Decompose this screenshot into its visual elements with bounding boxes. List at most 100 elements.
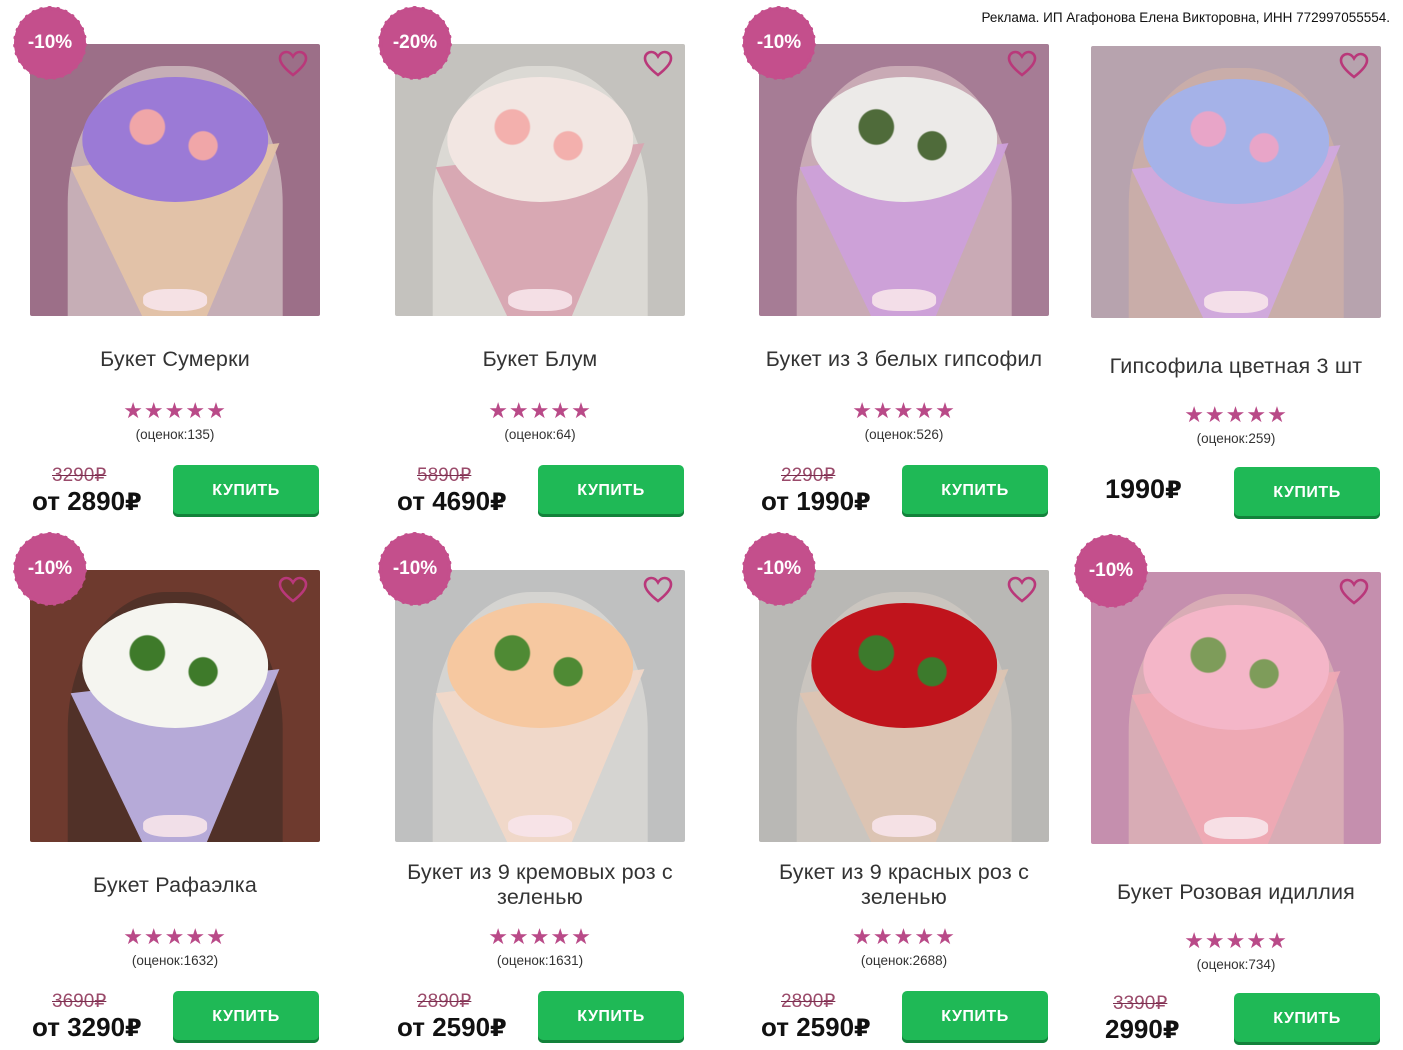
product-photo[interactable]	[395, 570, 685, 842]
currency-sign: ₽	[854, 1015, 871, 1042]
product-title[interactable]: Букет Блум	[395, 330, 685, 388]
currency-sign: ₽	[125, 489, 142, 516]
rating-count: (оценок:2688)	[860, 953, 948, 968]
photo-blooms-shape	[447, 76, 633, 202]
rating-count: (оценок:259)	[1196, 431, 1276, 446]
photo-blooms-shape	[447, 602, 633, 728]
price-value: 1990	[1105, 474, 1166, 504]
rating-stars: ★★★★★	[123, 924, 227, 949]
price-value: 1990	[796, 486, 855, 516]
photo-ribbon-shape	[143, 288, 207, 311]
current-price: от 4690₽	[397, 486, 507, 517]
old-price: 2890₽	[417, 991, 472, 1012]
discount-badge: -10%	[742, 532, 816, 606]
product-title[interactable]: Букет Розовая идиллия	[1091, 863, 1381, 921]
favorite-heart-icon[interactable]	[1007, 50, 1037, 78]
product-photo[interactable]	[759, 570, 1049, 842]
photo-blooms-shape	[82, 76, 268, 202]
product-card[interactable]: Гипсофила цветная 3 шт ★★★★★ (оценок:259) 1…	[1091, 12, 1403, 532]
photo-ribbon-shape	[872, 814, 936, 837]
buy-button[interactable]: КУПИТЬ	[902, 991, 1048, 1043]
current-price: от 2590₽	[761, 1012, 871, 1043]
rating-stars: ★★★★★	[488, 398, 592, 423]
product-card[interactable]: -10% Букет из 9 красных роз с зеленью ★★★★…	[742, 532, 1099, 1050]
product-card[interactable]: -10% Букет Сумерки ★★★★★ (оценок:135) 3290₽ о…	[13, 6, 370, 530]
discount-badge: -10%	[378, 532, 452, 606]
discount-badge: -10%	[13, 6, 87, 80]
product-title[interactable]: Букет Сумерки	[30, 330, 320, 388]
rating-stars: ★★★★★	[852, 398, 956, 423]
current-price: от 2890₽	[32, 486, 142, 517]
rating-count: (оценок:734)	[1196, 957, 1276, 972]
photo-blooms-shape	[1143, 78, 1329, 204]
favorite-heart-icon[interactable]	[1339, 52, 1369, 80]
currency-sign: ₽	[125, 1015, 142, 1042]
photo-blooms-shape	[82, 602, 268, 728]
discount-badge: -20%	[378, 6, 452, 80]
rating-count: (оценок:64)	[504, 427, 576, 442]
photo-blooms-shape	[811, 602, 997, 728]
currency-sign: ₽	[490, 1015, 507, 1042]
current-price: от 1990₽	[761, 486, 871, 517]
product-photo[interactable]	[1091, 46, 1381, 318]
photo-ribbon-shape	[1204, 290, 1268, 313]
product-title[interactable]: Букет из 9 кремовых роз с зеленью	[395, 856, 685, 914]
product-card[interactable]: -10% Букет Розовая идиллия ★★★★★ (оценок:73…	[1074, 534, 1403, 1050]
photo-blooms-shape	[811, 76, 997, 202]
currency-sign: ₽	[490, 489, 507, 516]
rating-count: (оценок:1631)	[496, 953, 584, 968]
old-price: 2890₽	[781, 991, 836, 1012]
currency-sign: ₽	[1162, 1017, 1180, 1044]
photo-ribbon-shape	[143, 814, 207, 837]
photo-ribbon-shape	[1204, 816, 1268, 839]
favorite-heart-icon[interactable]	[278, 576, 308, 604]
buy-button[interactable]: КУПИТЬ	[902, 465, 1048, 517]
favorite-heart-icon[interactable]	[1007, 576, 1037, 604]
current-price: 1990₽	[1105, 474, 1182, 505]
discount-badge: -10%	[13, 532, 87, 606]
product-title[interactable]: Букет из 9 красных роз с зеленью	[759, 856, 1049, 914]
product-photo[interactable]	[30, 44, 320, 316]
favorite-heart-icon[interactable]	[1339, 578, 1369, 606]
price-value: 2990	[1105, 1014, 1163, 1044]
product-card[interactable]: -20% Букет Блум ★★★★★ (оценок:64) 5890₽ от 46…	[378, 6, 735, 530]
old-price: 3390₽	[1113, 993, 1168, 1014]
photo-ribbon-shape	[508, 288, 572, 311]
favorite-heart-icon[interactable]	[643, 576, 673, 604]
price-value: 2890	[67, 486, 126, 516]
buy-button[interactable]: КУПИТЬ	[538, 465, 684, 517]
favorite-heart-icon[interactable]	[278, 50, 308, 78]
buy-button[interactable]: КУПИТЬ	[1234, 993, 1380, 1045]
rating-stars: ★★★★★	[1184, 928, 1288, 953]
rating-count: (оценок:1632)	[131, 953, 219, 968]
currency-sign: ₽	[854, 489, 871, 516]
discount-badge: -10%	[1074, 534, 1148, 608]
buy-button[interactable]: КУПИТЬ	[173, 465, 319, 517]
price-prefix: от	[761, 1012, 789, 1042]
favorite-heart-icon[interactable]	[643, 50, 673, 78]
discount-badge: -10%	[742, 6, 816, 80]
buy-button[interactable]: КУПИТЬ	[173, 991, 319, 1043]
product-card[interactable]: -10% Букет из 3 белых гипсофил ★★★★★ (оцено…	[742, 6, 1099, 530]
current-price: 2990₽	[1105, 1014, 1180, 1045]
product-card[interactable]: -10% Букет из 9 кремовых роз с зеленью ★★★…	[378, 532, 735, 1050]
price-value: 2590	[796, 1012, 855, 1042]
price-prefix: от	[32, 486, 60, 516]
current-price: от 3290₽	[32, 1012, 142, 1043]
product-title[interactable]: Букет Рафаэлка	[30, 856, 320, 914]
buy-button[interactable]: КУПИТЬ	[1234, 467, 1380, 519]
price-prefix: от	[397, 1012, 425, 1042]
product-title[interactable]: Букет из 3 белых гипсофил	[759, 330, 1049, 388]
old-price: 2290₽	[781, 465, 836, 486]
price-value: 3290	[67, 1012, 126, 1042]
product-card[interactable]: -10% Букет Рафаэлка ★★★★★ (оценок:1632) 3690…	[13, 532, 370, 1050]
price-prefix: от	[32, 1012, 60, 1042]
product-photo[interactable]	[1091, 572, 1381, 844]
product-photo[interactable]	[395, 44, 685, 316]
buy-button[interactable]: КУПИТЬ	[538, 991, 684, 1043]
product-title[interactable]: Гипсофила цветная 3 шт	[1091, 337, 1381, 395]
old-price: 3290₽	[52, 465, 107, 486]
product-photo[interactable]	[759, 44, 1049, 316]
product-photo[interactable]	[30, 570, 320, 842]
rating-count: (оценок:135)	[135, 427, 215, 442]
